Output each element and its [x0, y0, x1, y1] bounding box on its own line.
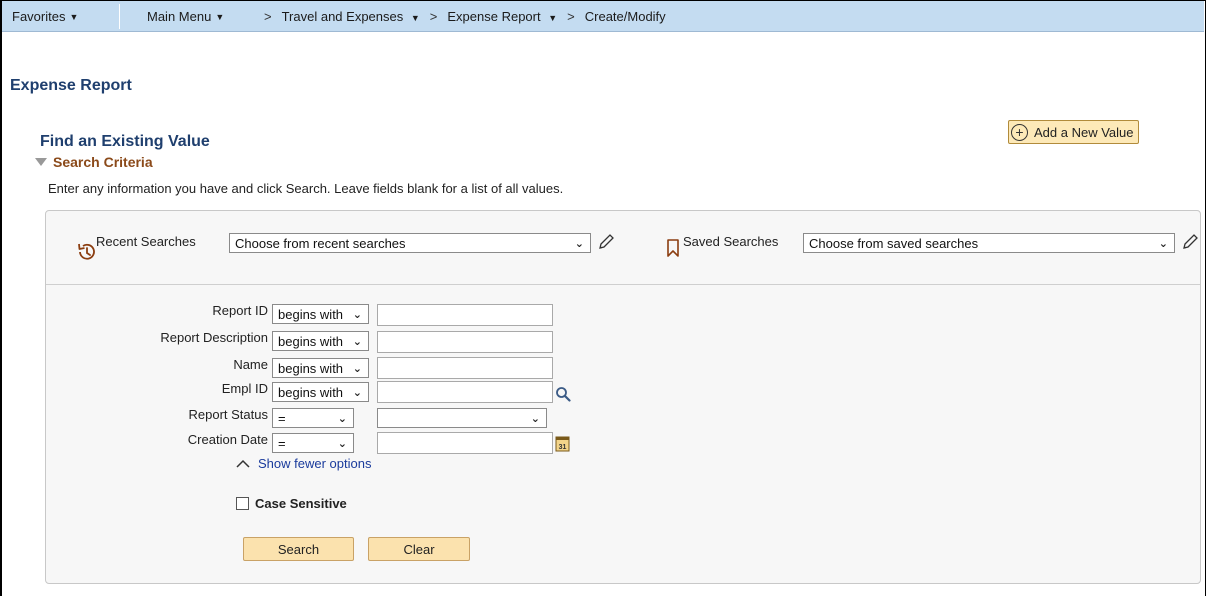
report-status-select[interactable]: ⌄	[377, 408, 547, 428]
chevron-down-icon: ⌄	[337, 413, 347, 425]
chevron-down-icon: ⌄	[352, 309, 362, 321]
top-nav-bar: Favorites ▼ Main Menu ▼ > Travel and Exp…	[2, 1, 1204, 32]
find-existing-title: Find an Existing Value	[40, 133, 210, 150]
name-input[interactable]	[377, 357, 553, 379]
add-new-value-button[interactable]: + Add a New Value	[1008, 120, 1139, 144]
creation-date-label: Creation Date	[187, 432, 268, 447]
empl-id-label: Empl ID	[221, 381, 268, 396]
plus-circle-icon: +	[1011, 123, 1028, 141]
report-status-operator-value: =	[278, 410, 286, 426]
nav-separator	[119, 4, 120, 29]
breadcrumb-expense-report-label: Expense Report	[447, 9, 541, 24]
chevron-up-icon	[236, 459, 250, 468]
saved-searches-value: Choose from saved searches	[809, 235, 979, 251]
breadcrumb-expense-report[interactable]: Expense Report ▼	[447, 9, 557, 24]
caret-down-icon: ▼	[548, 13, 558, 23]
name-operator[interactable]: begins with ⌄	[272, 358, 369, 378]
chevron-down-icon: ⌄	[337, 438, 347, 450]
chevron-down-icon: ⌄	[352, 387, 362, 399]
caret-down-icon: ▼	[410, 13, 420, 23]
chevron-down-icon: ⌄	[574, 238, 584, 250]
chevron-down-icon: ⌄	[530, 413, 540, 425]
empl-id-operator[interactable]: begins with ⌄	[272, 382, 369, 402]
case-sensitive-label: Case Sensitive	[255, 496, 347, 511]
report-description-label: Report Description	[160, 330, 268, 345]
name-operator-value: begins with	[278, 360, 344, 376]
report-id-input[interactable]	[377, 304, 553, 326]
breadcrumb-travel[interactable]: Travel and Expenses ▼	[282, 9, 420, 24]
panel-divider	[46, 284, 1200, 285]
svg-text:31: 31	[559, 444, 567, 451]
case-sensitive-row: Case Sensitive	[236, 496, 347, 511]
chevron-down-icon: ⌄	[352, 336, 362, 348]
edit-pencil-icon[interactable]	[1181, 233, 1199, 251]
search-criteria-toggle[interactable]: Search Criteria	[35, 154, 153, 170]
nav-favorites-label: Favorites	[12, 9, 66, 24]
saved-searches-select[interactable]: Choose from saved searches ⌄	[803, 233, 1175, 253]
edit-pencil-icon[interactable]	[597, 233, 615, 251]
creation-date-operator-value: =	[278, 435, 286, 451]
bookmark-icon	[667, 239, 679, 257]
empl-id-operator-value: begins with	[278, 384, 344, 400]
search-lookup-icon[interactable]	[555, 386, 571, 402]
search-criteria-label: Search Criteria	[53, 154, 153, 170]
saved-searches-label: Saved Searches	[683, 234, 779, 249]
creation-date-input[interactable]	[377, 432, 553, 454]
nav-favorites[interactable]: Favorites ▼	[12, 9, 78, 24]
chevron-right-icon: >	[429, 9, 438, 24]
show-fewer-options-label: Show fewer options	[258, 456, 372, 471]
caret-down-icon: ▼	[215, 11, 225, 22]
clear-button[interactable]: Clear	[368, 537, 470, 561]
breadcrumb: > Travel and Expenses ▼ > Expense Report…	[264, 9, 666, 24]
report-id-operator-value: begins with	[278, 306, 344, 322]
report-description-input[interactable]	[377, 331, 553, 353]
instructions-text: Enter any information you have and click…	[48, 181, 564, 196]
nav-main-menu-label: Main Menu	[147, 9, 212, 24]
nav-main-menu[interactable]: Main Menu ▼	[147, 9, 224, 24]
recent-searches-select[interactable]: Choose from recent searches ⌄	[229, 233, 591, 253]
calendar-icon[interactable]: 31	[555, 435, 571, 452]
report-id-operator[interactable]: begins with ⌄	[272, 304, 369, 324]
add-new-value-label: Add a New Value	[1034, 124, 1134, 140]
chevron-right-icon: >	[264, 9, 272, 24]
chevron-down-icon: ⌄	[1158, 238, 1168, 250]
empl-id-input[interactable]	[377, 381, 553, 403]
chevron-right-icon: >	[567, 9, 575, 24]
report-description-operator[interactable]: begins with ⌄	[272, 331, 369, 351]
breadcrumb-create-modify[interactable]: Create/Modify	[585, 9, 666, 24]
show-fewer-options-link[interactable]: Show fewer options	[236, 456, 371, 471]
case-sensitive-checkbox[interactable]	[236, 497, 249, 510]
caret-down-icon: ▼	[69, 11, 79, 22]
search-panel: Recent Searches Choose from recent searc…	[45, 210, 1201, 584]
recent-searches-value: Choose from recent searches	[235, 235, 406, 251]
report-description-operator-value: begins with	[278, 333, 344, 349]
triangle-down-icon	[35, 158, 47, 166]
report-status-operator[interactable]: = ⌄	[272, 408, 354, 428]
report-id-label: Report ID	[212, 303, 268, 318]
creation-date-operator[interactable]: = ⌄	[272, 433, 354, 453]
name-label: Name	[233, 357, 268, 372]
page-title: Expense Report	[10, 77, 132, 94]
report-status-label: Report Status	[188, 407, 269, 422]
recent-searches-label: Recent Searches	[96, 234, 196, 249]
search-button[interactable]: Search	[243, 537, 354, 561]
breadcrumb-travel-label: Travel and Expenses	[281, 9, 404, 24]
history-icon	[78, 243, 95, 260]
chevron-down-icon: ⌄	[352, 363, 362, 375]
